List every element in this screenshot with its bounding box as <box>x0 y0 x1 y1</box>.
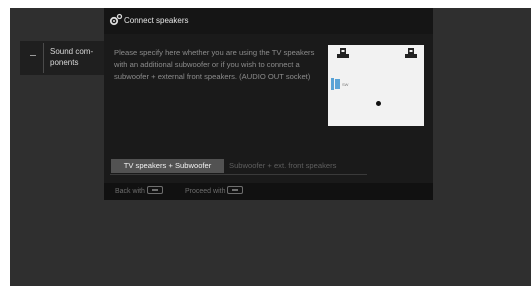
menu-collapsed-dash <box>30 55 36 56</box>
dialog-footer: Back with Proceed with <box>104 183 433 200</box>
back-hint-label: Back with <box>115 187 145 195</box>
proceed-hint-label: Proceed with <box>185 187 226 195</box>
option-tv-speakers-subwoofer[interactable]: TV speakers + Subwoofer <box>111 159 224 173</box>
listener-position-icon <box>376 101 381 106</box>
ok-key-icon <box>227 186 244 194</box>
connect-speakers-dialog: Connect speakers Please specify here whe… <box>104 8 433 200</box>
dialog-title: Connect speakers <box>124 16 189 25</box>
back-hint[interactable]: Back with <box>115 186 163 195</box>
front-right-speaker-icon <box>405 48 417 58</box>
speaker-options: TV speakers + Subwoofer Subwoofer + ext.… <box>110 157 367 175</box>
gear-icon <box>109 13 123 26</box>
dialog-body: Please specify here whether you are usin… <box>104 34 433 200</box>
dialog-header: Connect speakers <box>104 8 433 34</box>
subwoofer-icon: SW <box>331 78 349 90</box>
side-menu: Sound com- ponents <box>20 41 114 75</box>
menu-item-sound-components[interactable]: Sound com- ponents <box>50 46 112 68</box>
back-key-icon <box>146 186 163 194</box>
dialog-description: Please specify here whether you are usin… <box>114 48 315 81</box>
proceed-hint[interactable]: Proceed with <box>185 186 244 195</box>
speaker-layout-diagram: SW <box>328 45 424 126</box>
menu-divider <box>43 43 44 73</box>
front-left-speaker-icon <box>337 48 349 58</box>
option-subwoofer-ext-front-speakers[interactable]: Subwoofer + ext. front speakers <box>229 159 336 173</box>
subwoofer-label: SW <box>342 82 349 87</box>
